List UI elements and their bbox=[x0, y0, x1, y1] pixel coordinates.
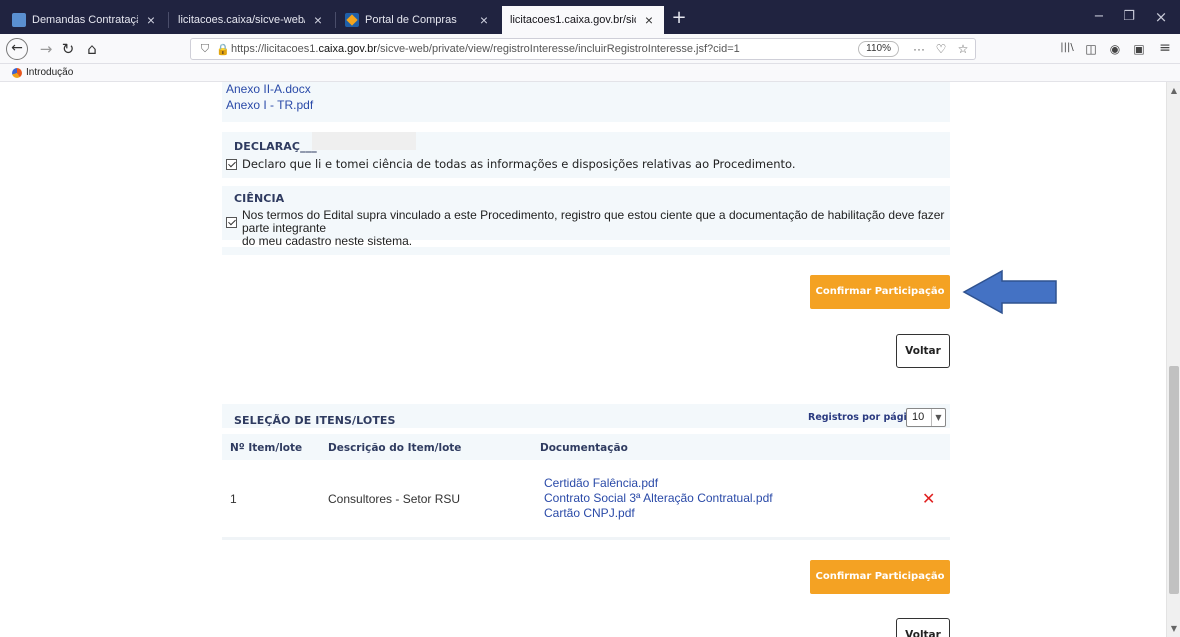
caixa-logo-icon bbox=[345, 13, 359, 27]
ciencia-title: CIÊNCIA bbox=[234, 192, 285, 205]
lock-icon[interactable]: 🔒 bbox=[215, 43, 231, 56]
selection-panel: SELEÇÃO DE ITENS/LOTES Registros por pág… bbox=[222, 404, 950, 540]
url-bar[interactable]: ⛉ 🔒 https://licitacoes1.caixa.gov.br/sic… bbox=[190, 38, 976, 60]
navigation-toolbar: ← → ↻ ⌂ ⛉ 🔒 https://licitacoes1.caixa.go… bbox=[0, 34, 1180, 64]
url-text[interactable]: https://licitacoes1.caixa.gov.br/sicve-w… bbox=[231, 43, 858, 55]
table-header: Nº Item/lote Descrição do Item/lote Docu… bbox=[222, 434, 950, 460]
annotation-arrow-icon bbox=[962, 269, 1057, 315]
pocket-icon[interactable]: ♡ bbox=[931, 42, 951, 56]
attachments-panel: Anexo II-A.docx Anexo I - TR.pdf bbox=[222, 82, 950, 122]
bookmark-star-icon[interactable]: ☆ bbox=[953, 42, 973, 56]
confirm-participation-button[interactable]: Confirmar Participação bbox=[810, 560, 950, 594]
per-page-select[interactable]: 10 ▼ bbox=[906, 408, 946, 427]
declaracao-title: DECLARAÇ___ bbox=[234, 140, 317, 153]
extension-icon[interactable]: ▣ bbox=[1128, 42, 1150, 56]
back-button[interactable]: Voltar bbox=[896, 618, 950, 637]
document-link[interactable]: Contrato Social 3ª Alteração Contratual.… bbox=[544, 491, 773, 506]
url-path: /sicve-web/private/view/registroInteress… bbox=[376, 43, 740, 55]
delete-icon[interactable]: ✕ bbox=[922, 489, 935, 508]
restore-button[interactable]: ❐ bbox=[1114, 8, 1144, 28]
attachment-link[interactable]: Anexo I - TR.pdf bbox=[226, 98, 313, 113]
document-link[interactable]: Certidão Falência.pdf bbox=[544, 476, 658, 491]
tab-title: licitacoes.caixa/sicve-web/private/ bbox=[178, 14, 305, 26]
column-header-documentation: Documentação bbox=[540, 442, 628, 454]
per-page-value: 10 bbox=[912, 411, 925, 423]
close-window-button[interactable]: × bbox=[1146, 8, 1176, 28]
document-link[interactable]: Cartão CNPJ.pdf bbox=[544, 506, 635, 521]
tab-licitacoes1-active[interactable]: licitacoes1.caixa.gov.br/sicve-web/ × bbox=[502, 6, 664, 34]
tab-title: Demandas Contratação bbox=[32, 14, 138, 26]
page-actions-icon[interactable]: ··· bbox=[909, 42, 929, 56]
back-button[interactable]: Voltar bbox=[896, 334, 950, 368]
ciencia-text-line2: do meu cadastro neste sistema. bbox=[242, 234, 413, 248]
minimize-button[interactable]: − bbox=[1084, 8, 1114, 28]
declaracao-panel: DECLARAÇ___ Declaro que li e tomei ciênc… bbox=[222, 132, 950, 178]
per-page-label: Registros por página bbox=[808, 412, 920, 423]
bookmarks-toolbar: Introdução bbox=[0, 64, 1180, 82]
ciencia-panel: CIÊNCIA Nos termos do Edital supra vincu… bbox=[222, 186, 950, 248]
column-header-item: Nº Item/lote bbox=[230, 442, 303, 454]
scroll-down-icon[interactable]: ▼ bbox=[1167, 624, 1180, 633]
new-tab-button[interactable]: + bbox=[668, 8, 690, 30]
vertical-scrollbar[interactable]: ▲ ▼ bbox=[1166, 82, 1180, 637]
scroll-up-icon[interactable]: ▲ bbox=[1167, 86, 1180, 95]
firefox-logo-icon bbox=[12, 67, 22, 78]
tab-strip: Demandas Contratação × licitacoes.caixa/… bbox=[0, 0, 1180, 34]
page-viewport: Anexo II-A.docx Anexo I - TR.pdf DECLARA… bbox=[0, 82, 1180, 637]
chevron-down-icon[interactable]: ▼ bbox=[931, 409, 945, 426]
tab-portal-compras[interactable]: Portal de Compras × bbox=[337, 6, 499, 34]
table-row: 1 Consultores - Setor RSU Certidão Falên… bbox=[222, 460, 950, 540]
attachment-link[interactable]: Anexo II-A.docx bbox=[226, 82, 311, 97]
zoom-level-badge[interactable]: 110% bbox=[858, 41, 899, 57]
ciencia-check-row: Nos termos do Edital supra vinculado a e… bbox=[226, 209, 950, 248]
url-domain: caixa.gov.br bbox=[318, 43, 377, 55]
confirm-participation-button[interactable]: Confirmar Participação bbox=[810, 275, 950, 309]
ciencia-checkbox[interactable] bbox=[226, 217, 237, 228]
library-icon[interactable]: |||\ bbox=[1056, 42, 1078, 53]
tab-demandas[interactable]: Demandas Contratação × bbox=[4, 6, 166, 34]
tab-title: Portal de Compras bbox=[365, 14, 457, 26]
ciencia-text: Nos termos do Edital supra vinculado a e… bbox=[242, 209, 950, 248]
item-description: Consultores - Setor RSU bbox=[328, 492, 461, 506]
sidebar-icon[interactable]: ◫ bbox=[1080, 42, 1102, 56]
bookmark-introducao[interactable]: Introdução bbox=[26, 67, 73, 78]
tab-licitacoes-private[interactable]: licitacoes.caixa/sicve-web/private/ × bbox=[170, 6, 333, 34]
tracking-shield-icon[interactable]: ⛉ bbox=[195, 43, 215, 56]
tab-close-icon[interactable]: × bbox=[144, 12, 158, 28]
tab-title: licitacoes1.caixa.gov.br/sicve-web/ bbox=[510, 14, 636, 26]
column-header-description: Descrição do Item/lote bbox=[328, 442, 462, 454]
redaction-box bbox=[312, 132, 416, 150]
declaracao-text: Declaro que li e tomei ciência de todas … bbox=[242, 157, 796, 171]
selection-title: SELEÇÃO DE ITENS/LOTES bbox=[234, 414, 396, 427]
declaracao-check-row: Declaro que li e tomei ciência de todas … bbox=[226, 157, 795, 171]
home-button[interactable]: ⌂ bbox=[80, 38, 104, 60]
panel-divider-strip bbox=[222, 247, 950, 255]
declaracao-checkbox[interactable] bbox=[226, 159, 237, 170]
tab-close-icon[interactable]: × bbox=[477, 12, 491, 28]
reload-button[interactable]: ↻ bbox=[56, 38, 80, 60]
forward-button[interactable]: → bbox=[34, 38, 58, 60]
scrollbar-thumb[interactable] bbox=[1169, 366, 1179, 594]
item-number: 1 bbox=[230, 492, 237, 506]
menu-icon[interactable]: ≡ bbox=[1154, 40, 1176, 56]
tab-favicon-icon bbox=[12, 13, 26, 27]
tab-close-icon[interactable]: × bbox=[642, 12, 656, 28]
ciencia-text-line1: Nos termos do Edital supra vinculado a e… bbox=[242, 208, 945, 235]
account-icon[interactable]: ◉ bbox=[1104, 42, 1126, 56]
tab-separator bbox=[168, 12, 169, 28]
url-prefix: https://licitacoes1. bbox=[231, 43, 319, 55]
back-button[interactable]: ← bbox=[6, 38, 28, 60]
tab-close-icon[interactable]: × bbox=[311, 12, 325, 28]
tab-separator bbox=[335, 12, 336, 28]
